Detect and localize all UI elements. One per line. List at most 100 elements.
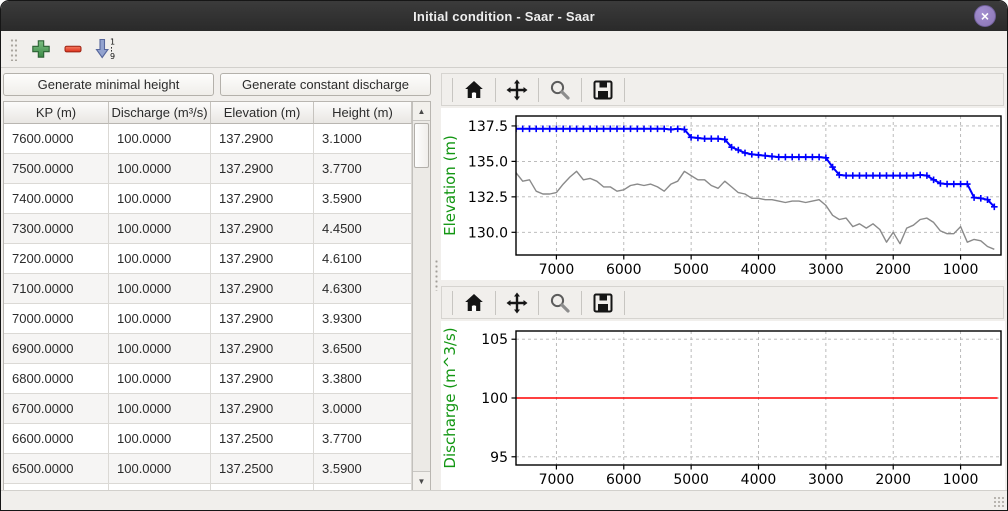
table-cell[interactable]: 7200.0000 — [4, 244, 109, 274]
table-cell[interactable]: 100.0000 — [109, 184, 211, 214]
table-cell[interactable]: 3.3800 — [314, 364, 412, 394]
svg-text:137.5: 137.5 — [468, 119, 508, 135]
svg-text:135.0: 135.0 — [468, 154, 508, 170]
table-cell[interactable]: 100.0000 — [109, 274, 211, 304]
plot-zoom-button[interactable] — [545, 76, 575, 104]
table-cell[interactable]: 137.2900 — [211, 154, 314, 184]
table-cell[interactable]: 7400.0000 — [4, 184, 109, 214]
table-cell[interactable]: 100.0000 — [109, 364, 211, 394]
table-cell[interactable]: 3.0000 — [314, 394, 412, 424]
resize-grip[interactable] — [993, 496, 1004, 507]
table-cell[interactable]: 7300.0000 — [4, 214, 109, 244]
table-cell[interactable]: 137.2500 — [211, 424, 314, 454]
table-cell[interactable]: 100.0000 — [109, 334, 211, 364]
table-cell[interactable]: 137.2900 — [211, 394, 314, 424]
table-cell[interactable]: 100.0000 — [109, 454, 211, 484]
table-row[interactable]: 7400.0000100.0000137.29003.5900 — [4, 184, 412, 214]
zoom-icon — [548, 78, 572, 102]
table-cell[interactable]: 7100.0000 — [4, 274, 109, 304]
svg-text:1000: 1000 — [943, 262, 979, 278]
svg-text:7000: 7000 — [539, 472, 575, 488]
plot-save-button[interactable] — [588, 289, 618, 317]
add-row-button[interactable] — [27, 35, 55, 63]
table-row[interactable]: 7100.0000100.0000137.29004.6300 — [4, 274, 412, 304]
sort-ascending-button[interactable]: 1 9 — [91, 35, 119, 63]
column-header-discharge[interactable]: Discharge (m³/s) — [109, 102, 211, 124]
table-cell[interactable]: 3.7700 — [314, 154, 412, 184]
plot-home-button[interactable] — [459, 76, 489, 104]
scrollbar-down-arrow-icon[interactable]: ▼ — [413, 471, 430, 490]
table-cell[interactable]: 3.1000 — [314, 124, 412, 154]
table-row[interactable]: 7500.0000100.0000137.29003.7700 — [4, 154, 412, 184]
table-cell[interactable]: 4.4500 — [314, 214, 412, 244]
elevation-figure-canvas[interactable]: 7000600050004000300020001000137.5135.013… — [441, 108, 1004, 280]
plot-pan-button[interactable] — [502, 289, 532, 317]
table-cell[interactable]: 100.0000 — [109, 124, 211, 154]
plot-save-button[interactable] — [588, 76, 618, 104]
table-cell[interactable]: 137.2500 — [211, 454, 314, 484]
table-cell[interactable]: 137.2900 — [211, 334, 314, 364]
table-cell[interactable]: 6500.0000 — [4, 454, 109, 484]
table-cell[interactable]: 6800.0000 — [4, 364, 109, 394]
generate-constant-discharge-button[interactable]: Generate constant discharge — [220, 73, 431, 96]
table-cell[interactable]: 3.7700 — [314, 424, 412, 454]
table-cell[interactable]: 4.6100 — [314, 244, 412, 274]
table-row[interactable]: 6600.0000100.0000137.25003.7700 — [4, 424, 412, 454]
table-body: 7600.0000100.0000137.29003.10007500.0000… — [4, 124, 412, 490]
titlebar[interactable]: Initial condition - Saar - Saar × — [1, 1, 1007, 31]
table-cell[interactable]: 3.5900 — [314, 454, 412, 484]
remove-row-button[interactable] — [59, 35, 87, 63]
table-cell[interactable]: 137.2900 — [211, 124, 314, 154]
plot-zoom-button[interactable] — [545, 289, 575, 317]
table-row[interactable]: 7300.0000100.0000137.29004.4500 — [4, 214, 412, 244]
column-header-kp[interactable]: KP (m) — [4, 102, 109, 124]
table-cell[interactable]: 4.6300 — [314, 274, 412, 304]
table-cell[interactable]: 3.9300 — [314, 304, 412, 334]
table-header: KP (m) Discharge (m³/s) Elevation (m) He… — [4, 102, 412, 124]
table-cell[interactable]: 100.0000 — [109, 154, 211, 184]
table-cell[interactable]: 137.2900 — [211, 274, 314, 304]
table-row[interactable]: 6500.0000100.0000137.25003.5900 — [4, 454, 412, 484]
table-cell[interactable]: 6900.0000 — [4, 334, 109, 364]
column-header-height[interactable]: Height (m) — [314, 102, 412, 124]
table-row[interactable]: 6800.0000100.0000137.29003.3800 — [4, 364, 412, 394]
table-cell[interactable]: 6700.0000 — [4, 394, 109, 424]
toolbar-drag-handle[interactable] — [9, 37, 17, 61]
table-cell[interactable]: 7500.0000 — [4, 154, 109, 184]
table-cell[interactable]: 137.2900 — [211, 304, 314, 334]
close-icon: × — [981, 9, 989, 23]
close-button[interactable]: × — [974, 5, 996, 27]
table-cell[interactable]: 7000.0000 — [4, 304, 109, 334]
svg-text:1: 1 — [110, 38, 115, 47]
table-row[interactable]: 7000.0000100.0000137.29003.9300 — [4, 304, 412, 334]
table-row[interactable]: 7600.0000100.0000137.29003.1000 — [4, 124, 412, 154]
table-scrollbar[interactable]: ▲ ▼ — [412, 102, 430, 490]
column-header-elevation[interactable]: Elevation (m) — [211, 102, 314, 124]
table-row[interactable]: 6900.0000100.0000137.29003.6500 — [4, 334, 412, 364]
plot-home-button[interactable] — [459, 289, 489, 317]
table-cell[interactable]: 100.0000 — [109, 214, 211, 244]
table-cell[interactable]: 137.2900 — [211, 244, 314, 274]
scrollbar-up-arrow-icon[interactable]: ▲ — [413, 102, 430, 121]
generate-minimal-height-button[interactable]: Generate minimal height — [3, 73, 214, 96]
table-cell[interactable]: 3.6500 — [314, 334, 412, 364]
table-cell[interactable]: 100.0000 — [109, 304, 211, 334]
scrollbar-thumb[interactable] — [414, 123, 429, 168]
table-cell[interactable]: 3.5900 — [314, 184, 412, 214]
save-icon — [591, 78, 615, 102]
splitter-handle[interactable] — [435, 259, 438, 291]
table-cell[interactable]: 137.2900 — [211, 364, 314, 394]
table-row[interactable]: 6700.0000100.0000137.29003.0000 — [4, 394, 412, 424]
svg-text:3000: 3000 — [808, 262, 844, 278]
table-cell[interactable]: 137.2900 — [211, 214, 314, 244]
discharge-figure-canvas[interactable]: 700060005000400030002000100010510095Disc… — [441, 321, 1004, 491]
plot-pan-button[interactable] — [502, 76, 532, 104]
table-cell[interactable]: 100.0000 — [109, 244, 211, 274]
table-cell[interactable]: 137.2900 — [211, 184, 314, 214]
table-row[interactable]: 7200.0000100.0000137.29004.6100 — [4, 244, 412, 274]
table-cell[interactable]: 100.0000 — [109, 394, 211, 424]
table-cell[interactable]: 7600.0000 — [4, 124, 109, 154]
svg-text:4000: 4000 — [741, 262, 777, 278]
table-cell[interactable]: 100.0000 — [109, 424, 211, 454]
table-cell[interactable]: 6600.0000 — [4, 424, 109, 454]
